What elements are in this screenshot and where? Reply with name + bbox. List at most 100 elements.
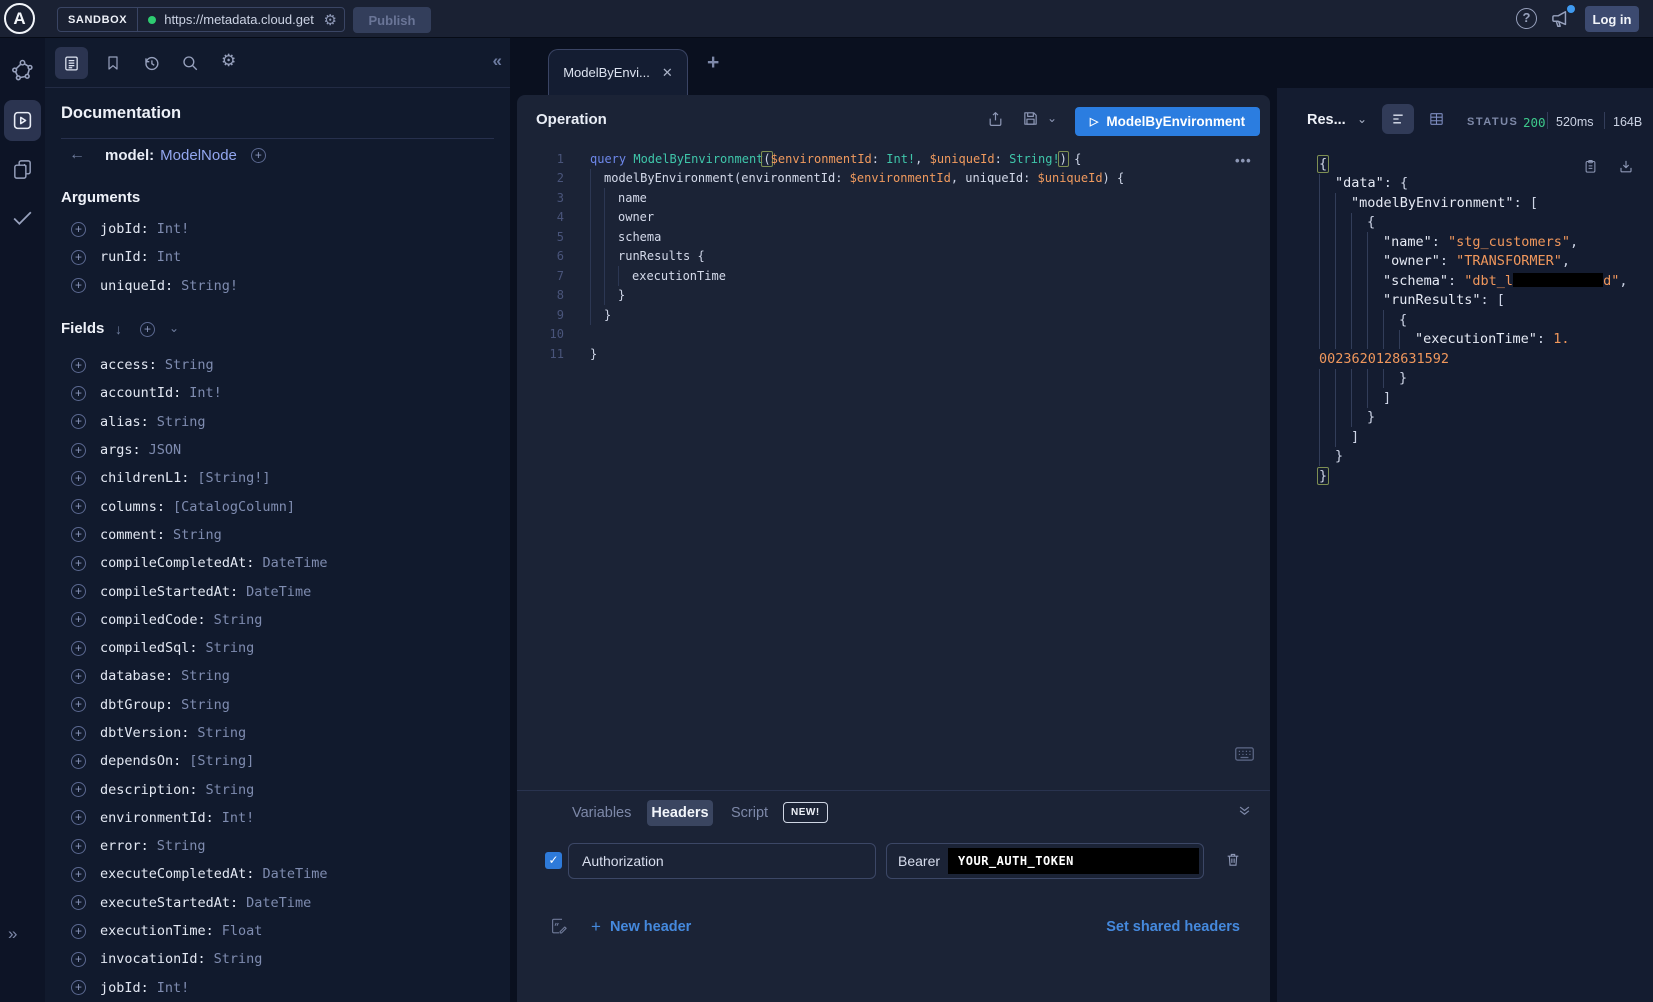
explorer-nav-selected[interactable] xyxy=(4,100,41,141)
field-type[interactable]: Int! xyxy=(157,980,190,996)
field-type[interactable]: JSON xyxy=(149,442,182,458)
operation-tab[interactable]: ModelByEnvi... ✕ xyxy=(548,49,688,95)
doc-field-row[interactable]: +executionTime:Float xyxy=(45,917,510,945)
add-to-query-icon[interactable]: + xyxy=(71,952,86,967)
add-to-query-icon[interactable]: + xyxy=(71,471,86,486)
expand-rail-icon[interactable]: » xyxy=(8,924,17,944)
doc-field-row[interactable]: +alias:String xyxy=(45,408,510,436)
field-name[interactable]: alias: xyxy=(100,414,149,430)
doc-field-row[interactable]: +environmentId:Int! xyxy=(45,804,510,832)
publish-button[interactable]: Publish xyxy=(353,7,431,33)
collapse-panel-icon[interactable]: « xyxy=(493,51,502,71)
header-name-input[interactable] xyxy=(568,843,876,879)
new-tab-icon[interactable]: + xyxy=(707,51,719,75)
doc-field-row[interactable]: +compiledSql:String xyxy=(45,634,510,662)
add-to-query-icon[interactable]: + xyxy=(71,222,86,237)
field-name[interactable]: dbtGroup: xyxy=(100,697,173,713)
help-icon[interactable]: ? xyxy=(1516,8,1537,29)
field-type[interactable]: Int! xyxy=(157,221,190,237)
doc-field-row[interactable]: +childrenL1:[String!] xyxy=(45,464,510,492)
add-to-query-icon[interactable]: + xyxy=(71,278,86,293)
chevron-down-icon[interactable]: ⌄ xyxy=(169,321,179,335)
graphql-editor[interactable]: 1query ModelByEnvironment($environmentId… xyxy=(517,149,1270,364)
field-name[interactable]: accountId: xyxy=(100,385,181,401)
field-type[interactable]: String xyxy=(197,725,246,741)
doc-field-row[interactable]: + args: JSON xyxy=(45,436,510,464)
back-arrow-icon[interactable]: ← xyxy=(69,146,85,164)
field-type[interactable]: DateTime xyxy=(246,584,311,600)
doc-field-row[interactable]: + access: String xyxy=(45,351,510,379)
header-value-input[interactable]: Bearer YOUR_AUTH_TOKEN xyxy=(886,843,1204,879)
field-name[interactable]: args: xyxy=(100,442,141,458)
add-to-query-icon[interactable]: + xyxy=(71,443,86,458)
history-icon[interactable] xyxy=(142,54,161,73)
breadcrumb-type-link[interactable]: ModelNode xyxy=(160,147,237,164)
response-view-table-icon[interactable] xyxy=(1428,111,1445,127)
field-type[interactable]: String xyxy=(206,782,255,798)
edit-headers-document-icon[interactable] xyxy=(550,917,568,935)
field-type[interactable]: String xyxy=(206,640,255,656)
login-button[interactable]: Log in xyxy=(1585,6,1639,32)
doc-field-row[interactable]: +executeStartedAt:DateTime xyxy=(45,889,510,917)
endpoint-url[interactable]: https://metadata.cloud.get xyxy=(164,12,316,27)
field-type[interactable]: Int xyxy=(157,249,181,265)
add-to-query-icon[interactable]: + xyxy=(71,810,86,825)
add-all-fields-icon[interactable]: + xyxy=(140,322,155,337)
add-to-query-icon[interactable]: + xyxy=(71,669,86,684)
field-name[interactable]: access: xyxy=(100,357,157,373)
tab-headers[interactable]: Headers xyxy=(647,800,713,826)
add-to-query-icon[interactable]: + xyxy=(71,584,86,599)
doc-field-row[interactable]: +dependsOn:[String] xyxy=(45,747,510,775)
field-name[interactable]: compiledSql: xyxy=(100,640,198,656)
field-name[interactable]: compileStartedAt: xyxy=(100,584,238,600)
run-operation-button[interactable]: ▷ ModelByEnvironment xyxy=(1075,107,1260,136)
save-dropdown-chevron-icon[interactable]: ⌄ xyxy=(1047,111,1057,125)
response-panel-title[interactable]: Res... xyxy=(1307,112,1346,128)
field-name[interactable]: environmentId: xyxy=(100,810,214,826)
share-operation-icon[interactable] xyxy=(987,110,1004,128)
field-name[interactable]: comment: xyxy=(100,527,165,543)
field-type[interactable]: DateTime xyxy=(262,866,327,882)
doc-field-row[interactable]: +columns:[CatalogColumn] xyxy=(45,492,510,520)
field-type[interactable]: String! xyxy=(181,278,238,294)
field-name[interactable]: jobId: xyxy=(100,980,149,996)
keyboard-shortcuts-icon[interactable] xyxy=(1234,746,1255,762)
add-to-query-icon[interactable]: + xyxy=(71,924,86,939)
set-shared-headers-link[interactable]: Set shared headers xyxy=(1106,919,1240,935)
add-to-query-icon[interactable]: + xyxy=(71,839,86,854)
response-view-raw-selected[interactable] xyxy=(1382,104,1414,134)
add-to-query-icon[interactable]: + xyxy=(71,980,86,995)
checks-icon[interactable] xyxy=(0,205,45,230)
field-name[interactable]: invocationId: xyxy=(100,951,206,967)
field-type[interactable]: String xyxy=(165,357,214,373)
field-name[interactable]: executeCompletedAt: xyxy=(100,866,254,882)
field-name[interactable]: compileCompletedAt: xyxy=(100,555,254,571)
doc-field-row[interactable]: +invocationId:String xyxy=(45,945,510,973)
save-operation-icon[interactable] xyxy=(1022,110,1039,127)
response-json-viewer[interactable]: {"data": {"modelByEnvironment": [{"name"… xyxy=(1319,154,1627,486)
doc-field-row[interactable]: +compileCompletedAt:DateTime xyxy=(45,549,510,577)
doc-field-row[interactable]: + compileStartedAt: DateTime xyxy=(45,577,510,605)
add-to-query-icon[interactable]: + xyxy=(71,358,86,373)
field-type[interactable]: String xyxy=(214,612,263,628)
doc-field-row[interactable]: +accountId:Int! xyxy=(45,379,510,407)
documentation-tab-selected[interactable] xyxy=(55,47,88,79)
field-name[interactable]: database: xyxy=(100,668,173,684)
field-name[interactable]: compiledCode: xyxy=(100,612,206,628)
field-name[interactable]: description: xyxy=(100,782,198,798)
doc-field-row[interactable]: + jobId: Int! xyxy=(45,974,510,1002)
add-to-query-icon[interactable]: + xyxy=(71,612,86,627)
add-field-icon[interactable]: + xyxy=(251,148,266,163)
doc-field-row[interactable]: +database:String xyxy=(45,662,510,690)
header-enabled-checkbox[interactable]: ✓ xyxy=(545,852,562,869)
schema-graph-icon[interactable] xyxy=(0,58,45,83)
field-name[interactable]: error: xyxy=(100,838,149,854)
settings-gear-icon[interactable]: ⚙ xyxy=(221,51,236,71)
delete-header-icon[interactable] xyxy=(1225,851,1241,868)
field-name[interactable]: uniqueId: xyxy=(100,278,173,294)
add-to-query-icon[interactable]: + xyxy=(71,527,86,542)
endpoint-url-bar[interactable]: SANDBOX https://metadata.cloud.get ⚙ xyxy=(57,7,345,32)
add-to-query-icon[interactable]: + xyxy=(71,697,86,712)
field-name[interactable]: columns: xyxy=(100,499,165,515)
doc-field-row[interactable]: +comment:String xyxy=(45,521,510,549)
